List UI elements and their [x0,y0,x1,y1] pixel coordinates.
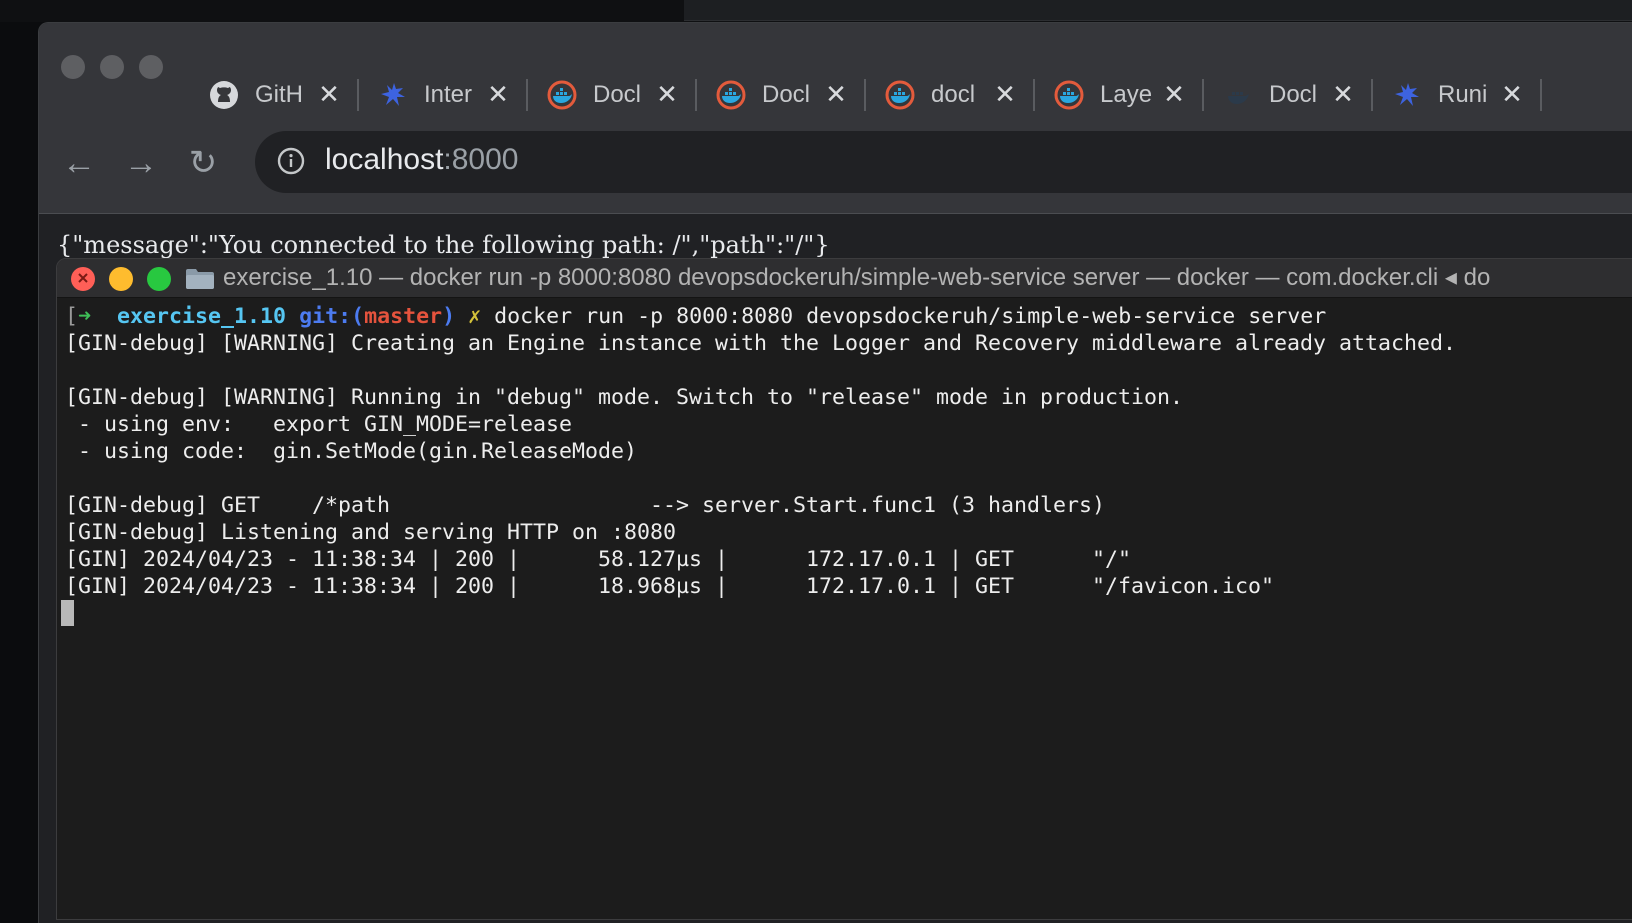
tab-title: Docl [762,81,811,108]
docker-icon [547,80,577,110]
cursor-line [61,600,1456,627]
reload-icon[interactable]: ↻ [183,143,223,183]
terminal-minimize-button[interactable] [109,267,133,291]
run-icon [1395,83,1419,106]
prompt-line: [➜ exercise_1.10 git:(master) ✗ docker r… [65,303,1456,330]
docker-icon [1054,80,1084,110]
tab-title: GitH [255,81,303,108]
prompt-bracket: [ [65,304,79,329]
tab-title: docl [931,81,976,108]
terminal-titlebar: exercise_1.10 — docker run -p 8000:8080 … [57,259,1632,298]
tab-close-icon[interactable]: ✕ [486,81,510,107]
tab-close-icon[interactable]: ✕ [993,81,1017,107]
terminal-zoom-button[interactable] [147,267,171,291]
output-line: [GIN] 2024/04/23 - 11:38:34 | 200 | 58.1… [65,547,1132,572]
json-response-text: {"message":"You connected to the followi… [57,231,830,259]
tab-title: Inter [424,81,473,108]
tab-separator [1033,79,1035,115]
browser-toolbar: ← → ↻ localhost:8000 [39,111,1632,214]
tab-title: Docl [593,81,642,108]
tab-separator [864,79,866,115]
run-icon [381,83,405,106]
tab-title: Docl [1269,81,1318,108]
terminal-title: exercise_1.10 — docker run -p 8000:8080 … [223,264,1491,291]
tab-close-icon[interactable]: ✕ [1162,81,1186,107]
url-host: localhost [325,143,444,176]
address-bar[interactable]: localhost:8000 [255,131,1632,193]
output-line: [GIN-debug] Listening and serving HTTP o… [65,520,677,545]
docker-icon [716,80,746,110]
folder-icon [186,269,214,289]
url-port: :8000 [443,143,519,176]
terminal-close-button[interactable] [71,267,95,291]
output-line: [GIN] 2024/04/23 - 11:38:34 | 200 | 18.9… [65,574,1275,599]
close-icon [78,273,88,283]
output-line: - using env: export GIN_MODE=release [65,412,573,437]
tab-separator [1202,79,1204,115]
tab-separator [357,79,359,115]
output-line: - using code: gin.SetMode(gin.ReleaseMod… [65,439,638,464]
prompt-git-label: git:( [299,304,365,329]
tab-close-icon[interactable]: ✕ [655,81,679,107]
prompt-git-close: ) [442,304,456,329]
output-line: [GIN-debug] [WARNING] Running in "debug"… [65,385,1184,410]
tab-title: Laye [1100,81,1152,108]
tab-separator [526,79,528,115]
prompt-command: docker run -p 8000:8080 devopsdockeruh/s… [494,304,1327,329]
terminal-cursor [61,600,74,626]
terminal-window: exercise_1.10 — docker run -p 8000:8080 … [56,258,1632,920]
forward-arrow-icon[interactable]: → [121,143,161,183]
tab-separator [695,79,697,115]
tab-close-icon[interactable]: ✕ [1331,81,1355,107]
github-icon [210,81,238,109]
docker-dim-icon [1228,92,1249,104]
output-line: [GIN-debug] GET /*path --> server.Start.… [65,493,1106,518]
tab-separator [1371,79,1373,115]
prompt-directory: exercise_1.10 [117,304,287,329]
window-zoom-button[interactable] [139,55,163,79]
info-icon[interactable] [277,147,305,175]
tab-strip: GitH ✕ Inter ✕ Docl ✕ Docl ✕ docl ✕ Laye… [39,23,1632,115]
tab-close-icon[interactable]: ✕ [824,81,848,107]
tab-close-icon[interactable]: ✕ [1500,81,1524,107]
tab-title: Runi [1438,81,1488,108]
docker-icon [885,80,915,110]
window-close-button[interactable] [61,55,85,79]
tab-separator [1540,79,1542,115]
back-arrow-icon[interactable]: ← [59,143,99,183]
terminal-output[interactable]: [➜ exercise_1.10 git:(master) ✗ docker r… [61,303,1457,627]
prompt-arrow-icon: ➜ [78,304,92,329]
output-line: [GIN-debug] [WARNING] Creating an Engine… [65,331,1457,356]
tab-close-icon[interactable]: ✕ [317,81,341,107]
prompt-branch: master [364,304,443,329]
background-window-edge [684,0,1632,21]
window-minimize-button[interactable] [100,55,124,79]
prompt-dirty-icon: ✗ [468,304,482,329]
url-text[interactable]: localhost:8000 [325,143,518,177]
